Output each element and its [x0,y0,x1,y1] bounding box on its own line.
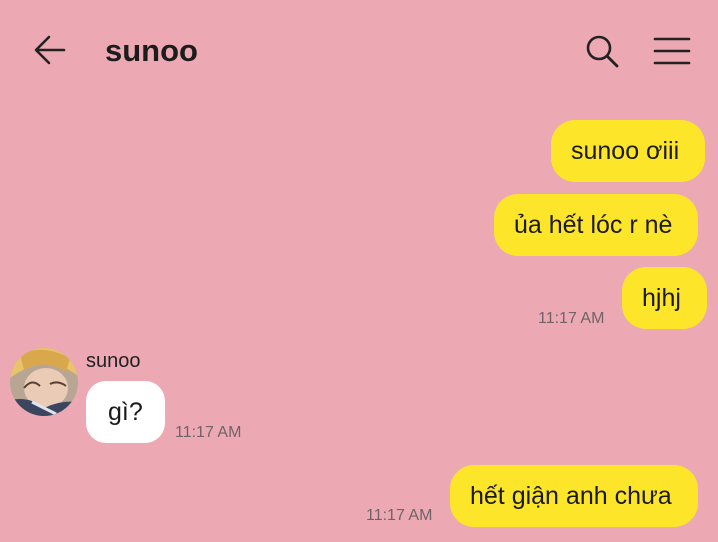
message-timestamp: 11:17 AM [538,310,605,327]
chat-title: sunoo [105,33,198,68]
hamburger-menu-icon [653,37,691,65]
avatar[interactable] [10,348,78,416]
arrow-left-icon [34,35,66,65]
back-button[interactable] [30,30,70,70]
menu-button[interactable] [650,31,694,71]
message-bubble-outgoing[interactable]: ủa hết lóc r nè [494,194,699,256]
message-bubble-outgoing[interactable]: sunoo ơiii [551,120,706,182]
chat-header: sunoo [0,0,718,100]
search-button[interactable] [582,31,622,71]
message-timestamp: 11:17 AM [175,424,242,441]
sender-name: sunoo [86,350,141,372]
message-bubble-outgoing[interactable]: hjhj [622,267,707,329]
message-bubble-incoming[interactable]: gì? [86,381,165,443]
search-icon [586,35,619,68]
message-timestamp: 11:17 AM [366,507,433,524]
profile-photo [10,348,78,416]
message-bubble-outgoing[interactable]: hết giận anh chưa [450,465,698,527]
